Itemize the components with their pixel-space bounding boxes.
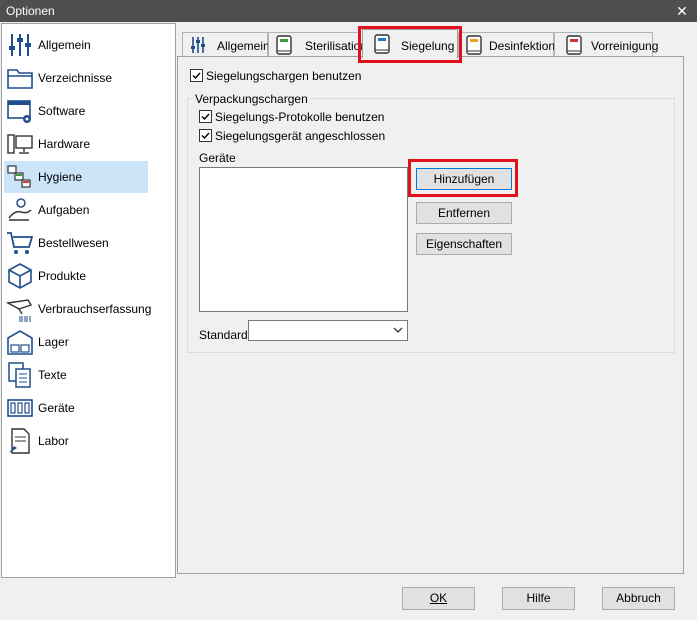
- use-batches-checkbox[interactable]: [190, 69, 203, 82]
- box-icon: [8, 263, 32, 289]
- title-bar: Optionen ✕: [0, 0, 697, 22]
- shopping-cart-icon: [7, 232, 34, 254]
- protocols-label: Siegelungs-Protokolle benutzen: [215, 110, 385, 124]
- software-icon: [7, 100, 31, 123]
- devices-icon: [7, 399, 33, 417]
- window-title: Optionen: [6, 4, 55, 18]
- close-icon[interactable]: ✕: [667, 0, 697, 22]
- use-batches-label: Siegelungschargen benutzen: [206, 69, 362, 83]
- sidebar-item-produkte[interactable]: Produkte: [4, 260, 148, 292]
- standard-label: Standard: [199, 328, 248, 342]
- help-button-label: Hilfe: [526, 591, 551, 605]
- sidebar-item-label: Aufgaben: [38, 203, 90, 217]
- tab-desinfektion[interactable]: Desinfektion: [458, 32, 556, 57]
- sidebar-item-allgemein[interactable]: Allgemein: [4, 29, 148, 61]
- tab-sterilisation[interactable]: Sterilisation: [268, 32, 367, 57]
- sidebar-item-texte[interactable]: Texte: [4, 359, 148, 391]
- tab-label: Siegelung: [401, 39, 455, 53]
- book-orange-icon: [466, 35, 482, 55]
- tab-label: Vorreinigung: [591, 39, 659, 53]
- book-blue-icon: [374, 34, 390, 54]
- devices-listbox[interactable]: [199, 167, 408, 312]
- device-connected-checkbox[interactable]: [199, 129, 212, 142]
- sidebar-item-verbrauchserfassung[interactable]: Verbrauchserfassung: [4, 293, 152, 325]
- sidebar-item-software[interactable]: Software: [4, 95, 148, 127]
- sidebar-item-hardware[interactable]: Hardware: [4, 128, 148, 160]
- computer-icon: [7, 134, 33, 154]
- tab-label: Sterilisation: [305, 39, 368, 53]
- sliders-icon: [9, 34, 31, 56]
- sidebar-item-label: Hygiene: [38, 170, 83, 184]
- documents-icon: [8, 362, 31, 388]
- sidebar-item-label: Verzeichnisse: [38, 71, 113, 85]
- help-button[interactable]: Hilfe: [502, 587, 575, 610]
- sidebar-item-hygiene[interactable]: Hygiene: [4, 161, 148, 193]
- sidebar-item-label: Hardware: [38, 137, 91, 151]
- tab-allgemein[interactable]: Allgemein: [182, 32, 270, 57]
- sidebar-item-label: Software: [38, 104, 86, 118]
- sidebar-item-label: Lager: [38, 335, 69, 349]
- lab-report-icon: [9, 428, 30, 454]
- sidebar-item-labor[interactable]: Labor: [4, 425, 148, 457]
- devices-label: Geräte: [199, 151, 236, 165]
- chevron-down-icon: [393, 327, 403, 333]
- add-button[interactable]: Hinzufügen: [416, 168, 512, 190]
- tab-label: Allgemein: [217, 39, 270, 53]
- cancel-button-label: Abbruch: [616, 591, 661, 605]
- sidebar-item-aufgaben[interactable]: Aufgaben: [4, 194, 148, 226]
- sidebar-item-label: Verbrauchserfassung: [38, 302, 152, 316]
- sidebar-item-label: Bestellwesen: [38, 236, 109, 250]
- barcode-scanner-icon: [6, 299, 33, 322]
- sidebar-item-label: Allgemein: [38, 38, 91, 52]
- remove-button[interactable]: Entfernen: [416, 202, 512, 224]
- sidebar-item-bestellwesen[interactable]: Bestellwesen: [4, 227, 148, 259]
- book-red-icon: [566, 35, 582, 55]
- hygiene-icon: [7, 165, 31, 188]
- task-person-icon: [8, 198, 32, 221]
- sidebar-item-verzeichnisse[interactable]: Verzeichnisse: [4, 62, 148, 94]
- sidebar-item-label: Texte: [38, 368, 67, 382]
- book-green-icon: [276, 35, 292, 55]
- sidebar-item-label: Labor: [38, 434, 69, 448]
- sidebar-item-label: Geräte: [38, 401, 75, 415]
- protocols-checkbox[interactable]: [199, 110, 212, 123]
- sliders-icon: [191, 37, 205, 53]
- sidebar-item-geraete[interactable]: Geräte: [4, 392, 148, 424]
- ok-button[interactable]: OK: [402, 587, 475, 610]
- device-connected-label: Siegelungsgerät angeschlossen: [215, 129, 386, 143]
- sidebar-item-lager[interactable]: Lager: [4, 326, 148, 358]
- tab-vorreinigung[interactable]: Vorreinigung: [554, 32, 658, 57]
- sidebar-item-label: Produkte: [38, 269, 87, 283]
- cancel-button[interactable]: Abbruch: [602, 587, 675, 610]
- standard-select[interactable]: [248, 320, 408, 341]
- tab-label: Desinfektion: [489, 39, 556, 53]
- properties-button[interactable]: Eigenschaften: [416, 233, 512, 255]
- group-title: Verpackungschargen: [193, 92, 310, 106]
- ok-button-label: OK: [429, 591, 448, 605]
- sidebar: Allgemein Verzeichnisse Software Hardwar…: [1, 23, 176, 578]
- folder-icon: [7, 69, 33, 89]
- warehouse-icon: [7, 330, 33, 355]
- tab-siegelung[interactable]: Siegelung: [362, 29, 458, 58]
